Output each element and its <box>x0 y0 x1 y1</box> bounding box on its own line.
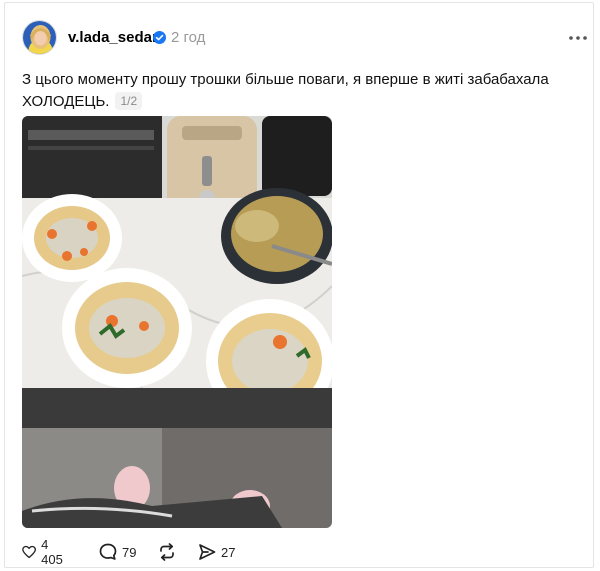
avatar[interactable] <box>22 20 57 55</box>
repost-icon <box>160 543 174 561</box>
more-horizontal-icon[interactable] <box>567 33 589 43</box>
repost-button[interactable] <box>158 541 176 563</box>
verified-badge-icon <box>153 31 166 44</box>
comment-button[interactable]: 79 <box>99 541 136 563</box>
share-send-icon <box>199 544 216 560</box>
share-button[interactable]: 27 <box>198 541 235 563</box>
media-pager: 1/2 <box>115 92 143 110</box>
comment-bubble-icon <box>99 543 117 560</box>
post-photo[interactable] <box>22 116 332 528</box>
post-card: v.lada_sedan 2 год З цього моменту прошу… <box>4 2 594 568</box>
heart-icon <box>22 545 37 559</box>
like-count: 4 405 <box>41 537 63 567</box>
caption-text: З цього моменту прошу трошки більше пова… <box>22 71 549 110</box>
share-count: 27 <box>221 544 236 560</box>
comment-count: 79 <box>122 544 137 560</box>
like-button[interactable]: 4 405 <box>22 537 67 567</box>
username[interactable]: v.lada_sedan <box>68 29 161 46</box>
post-timestamp[interactable]: 2 год <box>171 29 205 46</box>
post-caption: З цього моменту прошу трошки більше пова… <box>22 69 562 113</box>
